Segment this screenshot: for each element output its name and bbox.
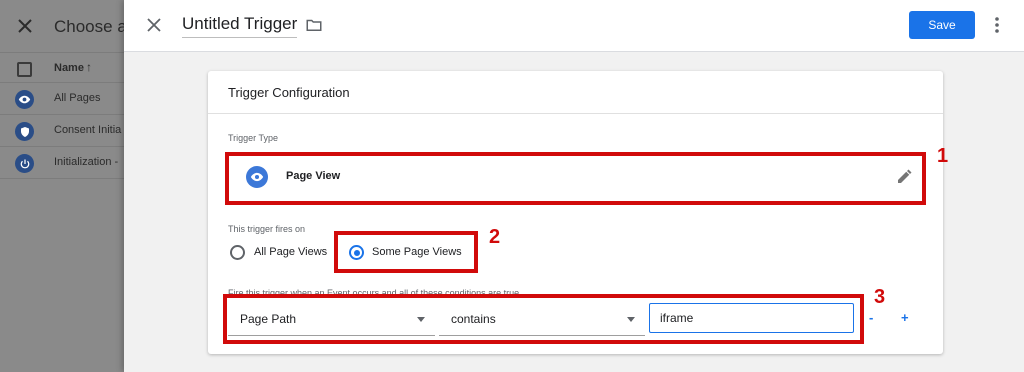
background-column-header: Name ↑ xyxy=(0,52,124,83)
power-icon xyxy=(15,154,34,173)
annotation-box-2 xyxy=(334,231,478,273)
annotation-number-3: 3 xyxy=(874,286,886,308)
list-item[interactable]: Initialization - xyxy=(0,147,124,179)
card-header: Trigger Configuration xyxy=(208,71,943,114)
card-title: Trigger Configuration xyxy=(228,85,350,100)
list-item-label: Initialization - xyxy=(54,156,119,168)
background-panel: Choose a Name ↑ All Pages Consent Initia… xyxy=(0,0,127,372)
annotation-box-1 xyxy=(225,152,926,205)
save-button[interactable]: Save xyxy=(909,11,975,39)
folder-icon[interactable] xyxy=(305,16,323,34)
all-page-views-radio[interactable] xyxy=(230,245,245,260)
list-item-label: All Pages xyxy=(54,92,101,104)
more-options-icon[interactable] xyxy=(990,15,1004,35)
close-icon[interactable] xyxy=(15,16,35,36)
trigger-type-label: Trigger Type xyxy=(228,133,279,143)
list-item-label: Consent Initia xyxy=(54,124,122,136)
sort-arrow-icon[interactable]: ↑ xyxy=(86,60,92,74)
close-icon[interactable] xyxy=(144,15,164,35)
annotation-number-1: 1 xyxy=(937,145,949,167)
list-item[interactable]: Consent Initia xyxy=(0,115,124,147)
remove-condition-button[interactable]: - xyxy=(869,310,873,325)
name-column-header[interactable]: Name xyxy=(54,62,84,74)
background-title: Choose a xyxy=(54,17,127,36)
shield-icon xyxy=(15,122,34,141)
trigger-name-field[interactable]: Untitled Trigger xyxy=(182,14,298,38)
list-item[interactable]: All Pages xyxy=(0,83,124,115)
background-header: Choose a xyxy=(0,0,127,52)
all-page-views-label[interactable]: All Page Views xyxy=(254,246,327,258)
add-condition-button[interactable]: + xyxy=(901,310,909,325)
annotation-box-3 xyxy=(223,294,864,344)
annotation-number-2: 2 xyxy=(489,226,501,248)
top-bar: Untitled Trigger Save xyxy=(124,0,1024,52)
fires-on-label: This trigger fires on xyxy=(228,224,306,234)
eye-icon xyxy=(15,90,34,109)
select-all-checkbox[interactable] xyxy=(17,62,32,77)
